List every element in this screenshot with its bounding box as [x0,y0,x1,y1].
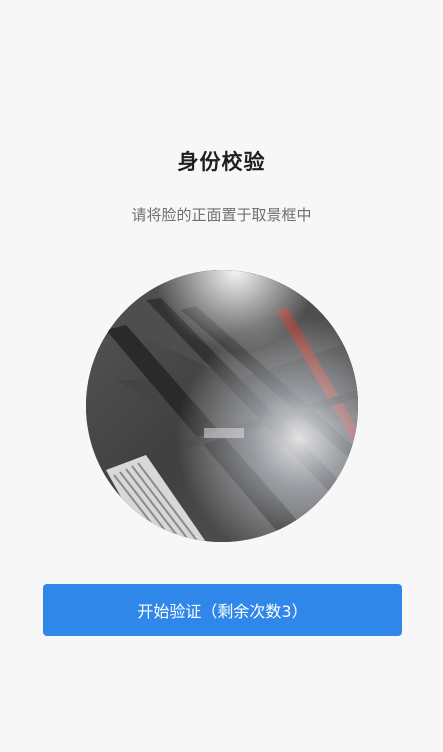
camera-preview-image [86,270,358,542]
start-verification-button[interactable]: 开始验证（剩余次数3） [43,584,402,636]
camera-viewfinder [86,270,358,542]
instruction-text: 请将脸的正面置于取景框中 [131,206,312,224]
page-title: 身份校验 [177,150,266,174]
